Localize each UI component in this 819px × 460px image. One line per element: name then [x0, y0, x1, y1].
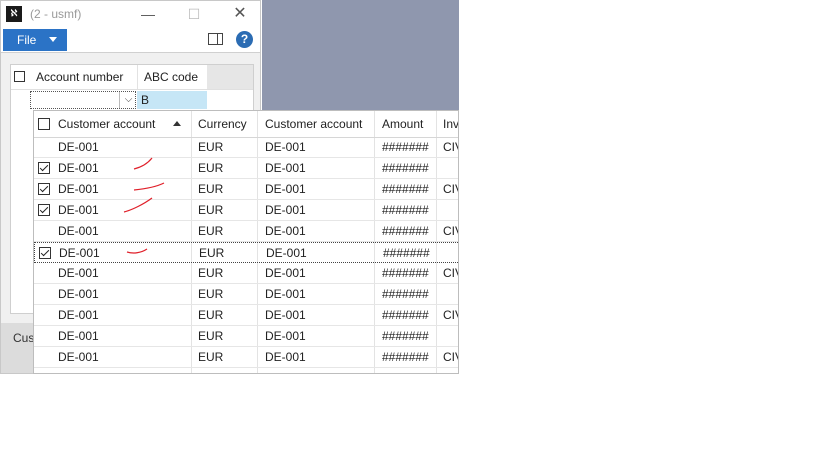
minimize-button[interactable]: — — [137, 5, 159, 23]
customer-account-2-cell: DE-001 — [265, 350, 306, 364]
lookup-grid-header: Customer account Currency Customer accou… — [34, 111, 458, 138]
column-abc-code[interactable]: ABC code — [144, 70, 198, 84]
currency-cell: EUR — [198, 266, 224, 280]
close-button[interactable]: ✕ — [229, 5, 251, 23]
column-account-number[interactable]: Account number — [36, 70, 123, 84]
handwritten-checkmark-annotation — [123, 197, 153, 213]
table-row[interactable]: DE-001 EUR DE-001 ####### — [34, 242, 458, 263]
help-icon[interactable]: ? — [236, 31, 253, 48]
file-menu-button[interactable]: File — [3, 29, 67, 51]
amount-cell: ####### — [382, 329, 429, 343]
customer-account-2-cell: DE-001 — [265, 161, 306, 175]
invoice-cell: CIV — [443, 266, 458, 280]
currency-cell: EUR — [199, 246, 225, 260]
abc-code-cell[interactable]: B — [137, 91, 207, 109]
sort-ascending-icon — [173, 121, 181, 126]
table-row[interactable]: DE-001 EUR DE-001 ####### — [34, 197, 458, 221]
customer-account-2-cell: DE-001 — [265, 203, 306, 217]
header-filler — [207, 65, 253, 89]
currency-cell: EUR — [198, 140, 224, 154]
column-customer-account[interactable]: Customer account — [58, 111, 155, 137]
currency-cell: EUR — [198, 350, 224, 364]
column-amount[interactable]: Amount — [382, 111, 423, 137]
invoice-cell: CIV — [443, 350, 458, 364]
maximize-button[interactable]: ☐ — [183, 5, 205, 23]
amount-cell: ####### — [383, 246, 430, 260]
column-divider — [137, 65, 138, 89]
amount-cell: ####### — [382, 182, 429, 196]
amount-cell: ####### — [382, 266, 429, 280]
customer-account-cell: DE-001 — [58, 224, 99, 238]
column-invoice[interactable]: Inv — [443, 111, 458, 137]
currency-cell: EUR — [198, 224, 224, 238]
file-label: File — [17, 33, 37, 47]
amount-cell: ####### — [382, 161, 429, 175]
invoice-cell: CIV — [443, 308, 458, 322]
customer-account-cell: DE-001 — [58, 287, 99, 301]
customer-account-cell: DE-001 — [58, 350, 99, 364]
app-icon: ℵ — [6, 6, 22, 22]
column-currency[interactable]: Currency — [198, 111, 247, 137]
customer-account-2-cell: DE-001 — [265, 287, 306, 301]
chevron-down-icon — [49, 37, 57, 42]
desktop-background — [262, 0, 459, 110]
panel-toggle-icon[interactable] — [208, 33, 223, 45]
table-row[interactable]: DE-001 EUR DE-001 ####### — [34, 326, 458, 347]
parent-grid-header: Account number ABC code — [11, 65, 253, 90]
customer-account-cell: DE-001 — [58, 329, 99, 343]
table-row[interactable]: DE-001 EUR DE-001 ####### — [34, 284, 458, 305]
amount-cell: ####### — [382, 350, 429, 364]
customer-account-2-cell: DE-001 — [265, 140, 306, 154]
invoice-cell: CIV — [443, 224, 458, 238]
amount-cell: ####### — [382, 140, 429, 154]
currency-cell: EUR — [198, 203, 224, 217]
table-row[interactable]: DE-001 EUR DE-001 ####### CIV — [34, 305, 458, 326]
currency-cell: EUR — [198, 161, 224, 175]
customer-lookup-dropdown: Customer account Currency Customer accou… — [33, 110, 459, 374]
customer-account-cell: DE-001 — [58, 308, 99, 322]
ribbon: File ? — [1, 28, 260, 53]
handwritten-checkmark-annotation — [126, 248, 148, 254]
select-all-checkbox[interactable] — [14, 71, 25, 82]
amount-cell: ####### — [382, 287, 429, 301]
table-row[interactable]: DE-001 EUR DE-001 ####### CIV — [34, 347, 458, 368]
customer-account-2-cell: DE-001 — [265, 266, 306, 280]
customer-account-cell: DE-001 — [58, 266, 99, 280]
customer-account-2-cell: DE-001 — [265, 182, 306, 196]
column-customer-account-2[interactable]: Customer account — [265, 111, 362, 137]
table-row[interactable]: DE-001 EUR DE-001 ####### CIV — [34, 263, 458, 284]
customer-account-2-cell: DE-001 — [265, 224, 306, 238]
amount-cell: ####### — [382, 203, 429, 217]
currency-cell: EUR — [198, 308, 224, 322]
customer-account-2-cell: DE-001 — [265, 329, 306, 343]
amount-cell: ####### — [382, 308, 429, 322]
window-title: (2 - usmf) — [30, 7, 82, 21]
invoice-cell: CIV — [443, 182, 458, 196]
currency-cell: EUR — [198, 329, 224, 343]
invoice-cell: CIV — [443, 140, 458, 154]
select-all-checkbox[interactable] — [38, 118, 50, 130]
amount-cell: ####### — [382, 224, 429, 238]
chevron-down-icon[interactable]: ⌵ — [119, 92, 137, 108]
currency-cell: EUR — [198, 182, 224, 196]
customer-account-2-cell: DE-001 — [265, 308, 306, 322]
title-bar: ℵ (2 - usmf) — ☐ ✕ — [1, 1, 260, 28]
currency-cell: EUR — [198, 287, 224, 301]
customer-account-2-cell: DE-001 — [266, 246, 307, 260]
bottom-panel-label: Cus — [13, 331, 35, 345]
